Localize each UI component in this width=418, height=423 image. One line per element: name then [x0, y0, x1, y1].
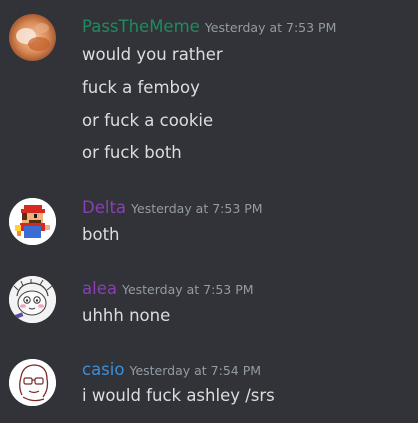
message-header: PassTheMeme Yesterday at 7:53 PM [82, 17, 336, 38]
message-text: or fuck a cookie [82, 111, 214, 130]
message-text: uhhh none [82, 306, 171, 325]
username[interactable]: alea [82, 279, 117, 298]
username[interactable]: Delta [82, 198, 126, 217]
username[interactable]: PassTheMeme [82, 17, 200, 36]
message-header: alea Yesterday at 7:53 PM [82, 279, 254, 300]
message-text: would you rather [82, 45, 223, 64]
sketch-face-avatar-icon [9, 276, 56, 323]
timestamp: Yesterday at 7:53 PM [131, 201, 263, 216]
pixel-mario-avatar-icon [9, 198, 56, 245]
glasses-sketch-avatar-icon [9, 359, 56, 406]
message-header: Delta Yesterday at 7:53 PM [82, 198, 263, 219]
timestamp: Yesterday at 7:53 PM [121, 282, 254, 297]
message-text: i would fuck ashley /srs [82, 386, 275, 405]
message-header: casio Yesterday at 7:54 PM [82, 360, 261, 381]
username[interactable]: casio [82, 360, 124, 379]
message-text: both [82, 225, 120, 244]
avatar[interactable] [9, 276, 56, 323]
message-text: fuck a femboy [82, 78, 200, 97]
message-text: or fuck both [82, 143, 182, 162]
timestamp: Yesterday at 7:54 PM [129, 363, 262, 378]
avatar[interactable] [9, 14, 56, 61]
avatar[interactable] [9, 198, 56, 245]
timestamp: Yesterday at 7:53 PM [204, 20, 337, 35]
orange-blurry-avatar-icon [9, 14, 56, 61]
avatar[interactable] [9, 359, 56, 406]
